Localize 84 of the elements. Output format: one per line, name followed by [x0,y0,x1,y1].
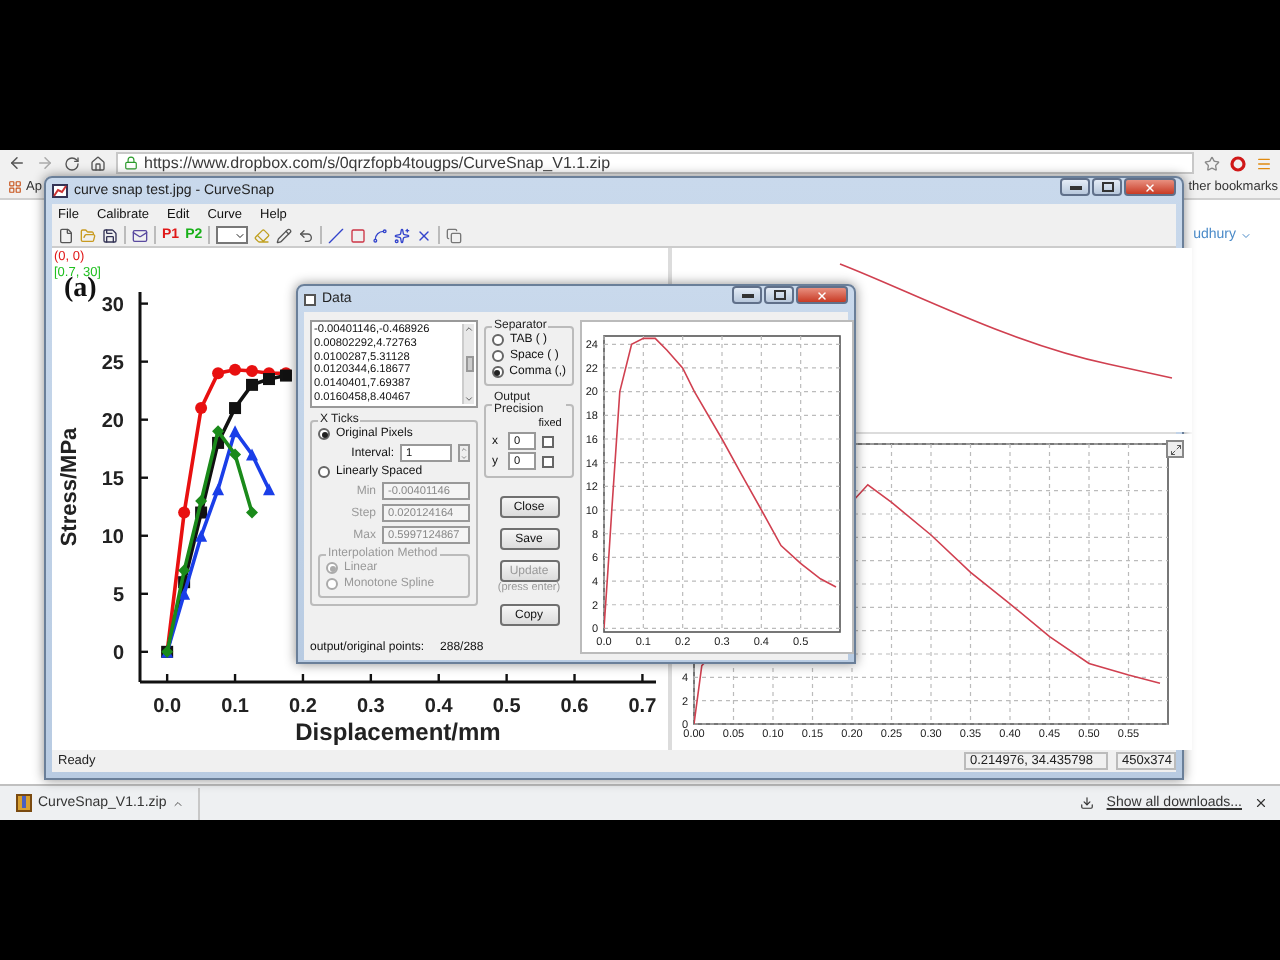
point [212,425,225,438]
new-file-icon[interactable] [58,227,74,243]
close-icon[interactable] [1254,796,1268,810]
scroll-down-icon[interactable] [464,394,474,404]
x-tick-label: 0.0 [153,696,182,718]
y-axis-title: Stress/MPa [58,427,82,547]
copy-icon[interactable] [446,227,463,243]
y-tick-label: 5 [112,584,124,607]
download-icon [1080,796,1095,810]
star-icon[interactable] [1204,155,1220,171]
app-icon [304,293,316,305]
point [229,425,242,438]
color-dropdown[interactable] [216,226,249,244]
app-icon [52,184,68,198]
x-tick-label: 0.3 [356,696,385,718]
address-bar[interactable]: https://www.dropbox.com/s/0qrzfopb4tougps/CurveSnap_V1.1.zip [116,152,1194,174]
point [195,494,208,507]
point [195,529,208,542]
x-tick-label: 0.5 [492,696,521,718]
circle-icon[interactable] [1230,155,1246,171]
radio-button[interactable] [318,466,330,478]
expand-icon[interactable] [1166,440,1184,458]
undo-icon[interactable] [298,227,315,243]
x-tick-label: 0.2 [289,696,317,718]
y-tick-label: 10 [101,526,124,549]
apps-icon[interactable] [8,180,22,194]
pencil-icon[interactable] [276,227,293,243]
y-tick-label: 15 [101,468,124,491]
maximize-icon [1101,182,1113,192]
close-icon [1144,181,1156,193]
y-tick-label: 20 [101,410,124,433]
maximize-icon [773,290,785,300]
curve-tool-icon[interactable] [372,227,389,243]
point [178,506,191,519]
radio-button[interactable] [492,366,504,378]
save-icon[interactable] [102,227,118,243]
x-tick-label: 0.7 [628,696,657,718]
archive-file-icon [16,794,32,812]
radio-button[interactable] [492,334,504,346]
checkbox[interactable] [542,455,554,467]
envelope-icon[interactable] [132,227,148,243]
x-axis-title: Displacement/mm [295,718,501,746]
y-tick-label: 25 [101,352,124,375]
delete-icon[interactable] [416,227,433,243]
reload-icon[interactable] [64,155,80,171]
minimize-icon [1069,184,1081,190]
point [246,448,259,461]
x-tick-label: 0.6 [560,696,589,718]
point [212,483,225,496]
point [246,364,259,377]
radio-button[interactable] [492,350,504,362]
points-icon[interactable] [394,227,411,243]
checkbox[interactable] [542,435,554,447]
point [246,506,259,519]
point [178,564,191,577]
point [229,448,242,461]
lock-icon [124,156,138,170]
point [263,373,275,386]
radio-button[interactable] [318,428,330,440]
minimize-icon [741,292,753,298]
rectangle-icon[interactable] [350,227,367,243]
maximize-button[interactable] [764,286,794,304]
scroll-up-icon[interactable] [464,324,474,334]
caret-icon [172,797,185,809]
scroll-thumb[interactable] [465,356,473,372]
back-icon[interactable] [8,154,26,172]
x-tick-label: 0.1 [221,696,249,718]
y-tick-label: 30 [101,294,124,317]
line-tool-icon[interactable] [328,227,345,243]
point [263,483,275,496]
point [229,402,242,415]
home-icon[interactable] [90,155,106,171]
x-tick-label: 0.4 [424,696,453,718]
point [229,363,242,376]
point [246,378,259,391]
minimize-button[interactable] [732,286,762,304]
minimize-button[interactable] [1060,178,1090,196]
maximize-button[interactable] [1092,178,1122,196]
panel-label: (a) [64,274,97,306]
point [195,402,208,415]
y-tick-label: 0 [112,642,124,665]
point [212,367,225,380]
close-icon [816,289,828,301]
caret-icon [234,229,247,241]
